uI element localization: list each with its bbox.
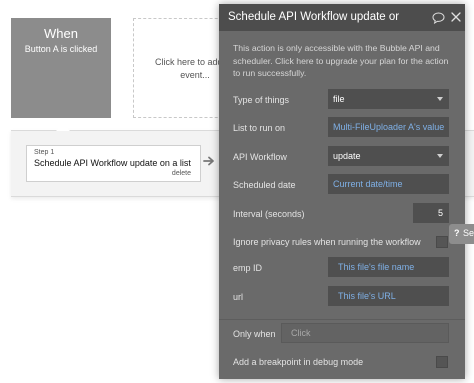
panel-divider — [219, 319, 465, 320]
add-event-line2: event... — [180, 70, 210, 80]
add-event-placeholder[interactable]: Click here to add an event... — [133, 18, 235, 118]
only-when-input[interactable]: Click — [281, 323, 449, 343]
only-when-label: Only when — [233, 329, 276, 339]
url-field[interactable]: This file's URL — [328, 286, 449, 306]
action-property-panel: Schedule API Workflow update or This act… — [219, 4, 465, 379]
breakpoint-label: Add a breakpoint in debug mode — [233, 357, 364, 367]
scheduled-date-field[interactable]: Current date/time — [328, 174, 449, 194]
breakpoint-checkbox[interactable] — [436, 356, 448, 368]
event-trigger-subtitle: Button A is clicked — [24, 44, 98, 54]
chevron-down-icon — [437, 154, 443, 158]
help-question-icon: ? — [454, 228, 460, 238]
comment-icon[interactable] — [432, 12, 445, 24]
scheduled-date-label: Scheduled date — [233, 180, 296, 190]
help-tab[interactable]: ? Se — [449, 224, 474, 244]
interval-label: Interval (seconds) — [233, 209, 305, 219]
type-of-things-dropdown[interactable]: file — [328, 89, 449, 109]
upgrade-plan-notice[interactable]: This action is only accessible with the … — [233, 42, 455, 80]
step-number-label: Step 1 — [34, 149, 55, 156]
panel-header: Schedule API Workflow update or — [219, 4, 465, 31]
type-of-things-label: Type of things — [233, 95, 290, 105]
panel-title: Schedule API Workflow update or — [228, 11, 400, 23]
step-name: Schedule API Workflow update on a list — [34, 158, 191, 168]
type-of-things-value: file — [333, 94, 345, 104]
chevron-down-icon — [437, 97, 443, 101]
emp-id-label: emp ID — [233, 263, 263, 273]
list-to-run-on-field[interactable]: Multi-FileUploader A's value — [328, 117, 449, 137]
close-icon[interactable] — [451, 12, 461, 22]
event-trigger-card[interactable]: When Button A is clicked — [11, 18, 111, 118]
url-label: url — [233, 292, 244, 302]
api-workflow-value: update — [333, 151, 361, 161]
list-to-run-on-label: List to run on — [233, 123, 286, 133]
ignore-privacy-label: Ignore privacy rules when running the wo… — [233, 237, 421, 247]
api-workflow-dropdown[interactable]: update — [328, 146, 449, 166]
step-card[interactable]: Step 1 Schedule API Workflow update on a… — [26, 145, 201, 182]
interval-input[interactable]: 5 — [413, 203, 449, 223]
arrow-right-icon — [203, 156, 214, 166]
emp-id-field[interactable]: This file's file name — [328, 257, 449, 277]
event-trigger-title: When — [44, 26, 78, 41]
ignore-privacy-checkbox[interactable] — [436, 236, 448, 248]
help-tab-label: Se — [463, 228, 474, 238]
api-workflow-label: API Workflow — [233, 152, 287, 162]
selection-pointer — [56, 124, 70, 131]
step-delete-link[interactable]: delete — [172, 170, 191, 177]
